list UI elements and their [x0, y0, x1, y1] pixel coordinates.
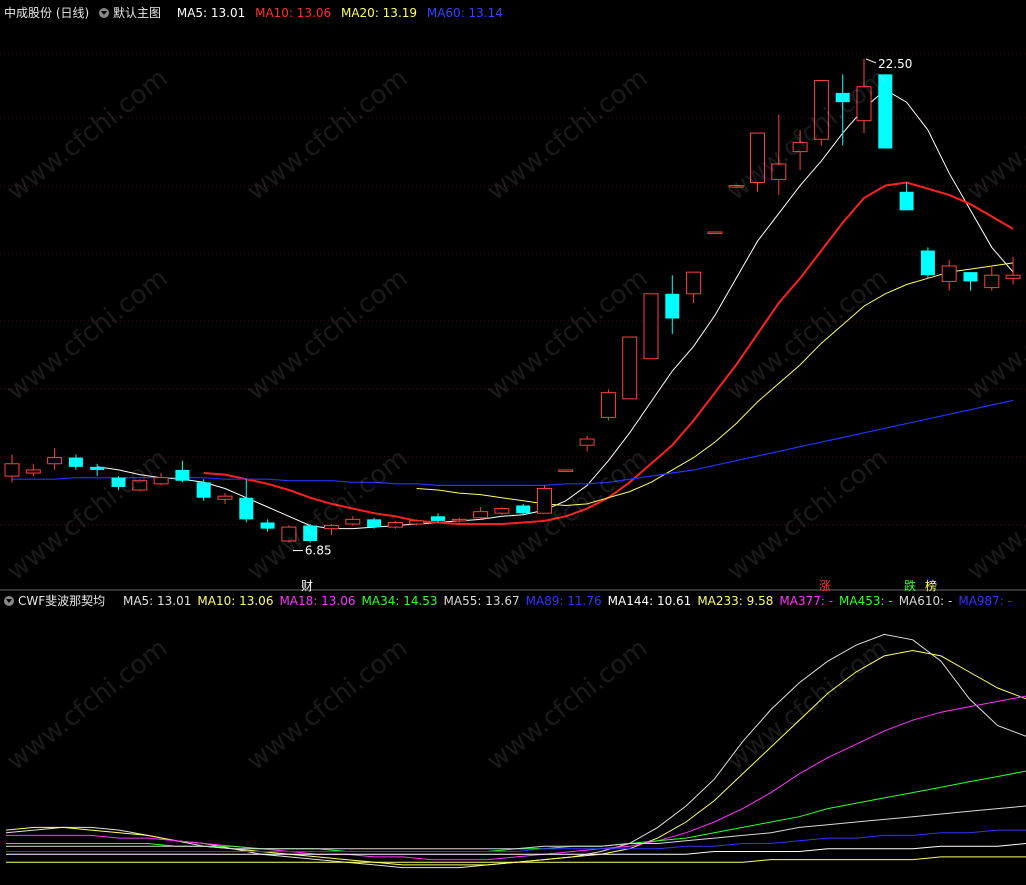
candle-body: [239, 497, 254, 520]
candle-body: [622, 336, 638, 400]
zhang-marker[interactable]: 涨: [819, 577, 831, 594]
ma5-legend: MA5: 13.01: [176, 6, 246, 20]
indicator-legend: MA5: 13.01 MA10: 13.06 MA18: 13.06 MA34: 14…: [123, 594, 1018, 608]
indicator-legend-item: MA233: 9.58: [697, 594, 774, 608]
indicator-legend-item: MA144: 10.61: [607, 594, 692, 608]
high-pointer: [865, 58, 877, 64]
candle-body: [600, 392, 616, 418]
candle-body: [303, 525, 318, 542]
stock-title[interactable]: 中成股份 (日线): [4, 6, 89, 20]
cai-marker[interactable]: 财: [301, 577, 313, 594]
candle-body: [111, 477, 126, 487]
indicator-legend-item: MA18: 13.06: [279, 594, 356, 608]
indicator-legend-item: MA5: 13.01: [122, 594, 192, 608]
series-ma10-line: [5, 649, 1026, 866]
series-ma5-line: [5, 633, 1026, 869]
candle-body: [260, 522, 275, 529]
template-selector[interactable]: 默认主图: [99, 6, 167, 20]
bang-marker[interactable]: 榜: [925, 577, 937, 594]
indicator-legend-item: MA55: 13.67: [443, 594, 520, 608]
candle-body: [665, 293, 680, 319]
candle-body: [345, 518, 361, 525]
candle-body: [324, 525, 339, 530]
candle-body: [558, 469, 574, 472]
candle-body: [899, 191, 914, 211]
candle-body: [920, 250, 935, 276]
indicator-legend-item: MA34: 14.53: [361, 594, 438, 608]
dropdown-icon: [99, 8, 110, 18]
candle-body: [856, 86, 872, 122]
series-ma20-line: [416, 262, 1014, 507]
candle-body: [707, 231, 723, 234]
candle-body: [792, 141, 808, 153]
fibonacci-ma-indicator-chart[interactable]: [0, 591, 1026, 885]
candle-body: [941, 265, 957, 282]
die-marker[interactable]: 跌: [904, 577, 916, 594]
candle-body: [367, 519, 382, 528]
series-ma5-line: [97, 89, 1014, 530]
indicator-legend-item: MA987: -: [958, 594, 1012, 608]
indicator-selector[interactable]: CWF斐波那契均: [4, 594, 111, 608]
indicator-header: CWF斐波那契均 MA5: 13.01 MA10: 13.06 MA18: 13.0…: [0, 592, 1024, 610]
candle-body: [25, 469, 41, 474]
series-ma89-line: [6, 829, 1026, 852]
candle-body: [431, 516, 445, 521]
candle-body: [813, 80, 829, 140]
candle-body: [643, 293, 659, 360]
candle-body: [728, 185, 744, 188]
candle-body: [494, 508, 510, 514]
candle-body: [771, 163, 787, 180]
candle-body: [1005, 274, 1021, 279]
series-ma18-line: [6, 695, 1026, 861]
series-ma60-line: [12, 399, 1014, 486]
candle-body: [217, 495, 233, 500]
candle-body: [473, 511, 489, 519]
candle-body: [132, 480, 148, 491]
candle-body: [451, 518, 467, 522]
indicator-legend-item: MA377: -: [779, 594, 834, 608]
candle-body: [537, 487, 552, 514]
candle-body: [878, 74, 893, 149]
ma20-legend: MA20: 13.19: [340, 6, 418, 20]
candle-body: [387, 521, 403, 528]
candle-body: [4, 463, 20, 477]
candle-body: [196, 482, 211, 498]
main-chart-header: 中成股份 (日线) 默认主图 MA5: 13.01 MA10: 13.06 MA…: [0, 4, 509, 22]
candle-body: [409, 520, 425, 525]
candle-body: [281, 526, 297, 542]
indicator-legend-item: MA453: -: [839, 594, 893, 608]
indicator-legend-item: MA10: 13.06: [197, 594, 274, 608]
indicator-legend-item: MA610: -: [898, 594, 953, 608]
candle-body: [963, 272, 978, 282]
candle-body: [153, 477, 169, 485]
candle-body: [175, 469, 190, 481]
series-ma233-line: [6, 856, 1026, 863]
low-price-label: 6.85: [305, 544, 332, 558]
candle-body: [750, 132, 765, 184]
candle-body: [984, 274, 1000, 289]
ma10-legend: MA10: 13.06: [255, 6, 332, 20]
series-ma10-line: [203, 181, 1014, 525]
candle-body: [835, 92, 850, 103]
series-ma55-line: [6, 805, 1026, 850]
high-price-label: 22.50: [878, 57, 912, 71]
dropdown-icon: [4, 596, 14, 606]
candle-body: [579, 438, 595, 446]
candle-body: [516, 505, 531, 514]
candle-body: [68, 457, 83, 467]
indicator-legend-item: MA89: 11.76: [525, 594, 602, 608]
ma60-legend: MA60: 13.14: [426, 6, 503, 20]
main-candlestick-chart[interactable]: 22.50 6.85: [0, 0, 1026, 589]
candle-body: [686, 271, 702, 295]
candle-body: [90, 466, 105, 470]
candle-body: [47, 457, 63, 465]
